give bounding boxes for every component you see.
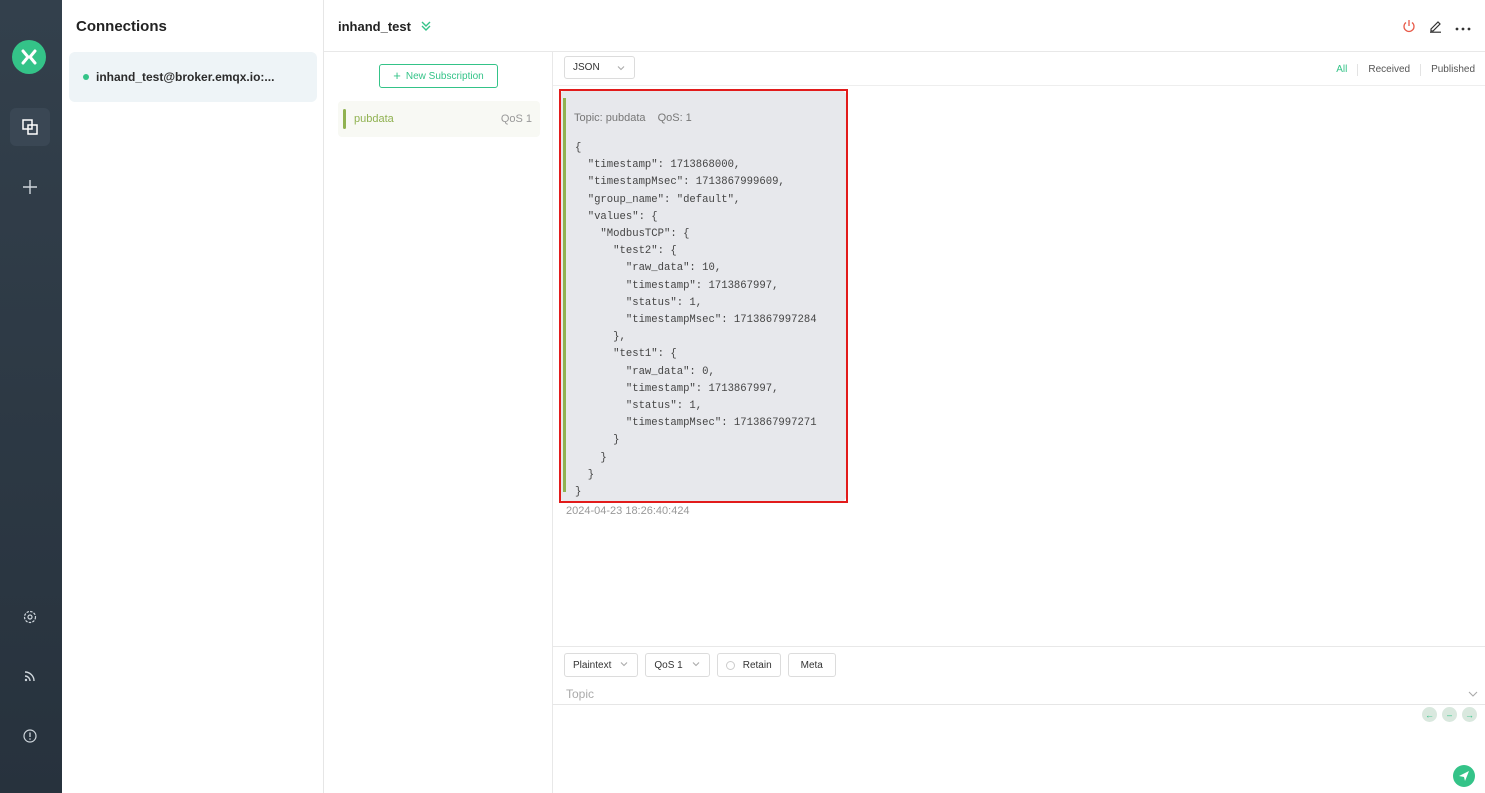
- chevron-down-icon: [616, 63, 626, 76]
- more-icon[interactable]: [1455, 19, 1471, 37]
- disconnect-icon[interactable]: [1402, 19, 1416, 38]
- topic-input[interactable]: [566, 684, 1476, 704]
- edit-icon[interactable]: [1428, 18, 1443, 38]
- subscriptions-panel: + New Subscription pubdata QoS 1: [324, 52, 553, 793]
- connections-title: Connections: [76, 18, 167, 35]
- connections-icon[interactable]: [10, 108, 50, 146]
- retain-label: Retain: [742, 659, 772, 671]
- meta-label: Meta: [800, 659, 823, 671]
- mqttx-app: Connections inhand_test@broker.emqx.io:.…: [0, 0, 1485, 793]
- retain-radio-icon: [725, 660, 735, 670]
- filter-tab-received[interactable]: Received: [1357, 64, 1420, 76]
- settings-icon[interactable]: [10, 598, 50, 636]
- new-subscription-label: New Subscription: [405, 70, 484, 82]
- meta-button[interactable]: Meta: [787, 653, 836, 677]
- subscription-qos: QoS 1: [500, 113, 532, 125]
- chevron-down-icon[interactable]: [1467, 687, 1479, 705]
- chevron-down-icon: [691, 659, 701, 672]
- message-filter-tabs: All Received Published: [1326, 64, 1485, 76]
- connection-header: inhand_test: [324, 0, 1485, 52]
- connection-title: inhand_test: [338, 19, 411, 34]
- send-button[interactable]: [1453, 765, 1475, 787]
- publish-qos-value: QoS 1: [654, 659, 683, 671]
- highlight-box: [559, 89, 848, 503]
- history-reset-icon[interactable]: –: [1442, 707, 1457, 722]
- publish-panel: Plaintext QoS 1 Retain Meta ← – →: [553, 646, 1485, 793]
- chevron-double-down-icon[interactable]: [420, 19, 432, 37]
- chevron-down-icon: [619, 659, 629, 672]
- feed-icon[interactable]: [10, 657, 50, 695]
- message-timestamp: 2024-04-23 18:26:40:424: [566, 505, 690, 517]
- connections-panel: Connections inhand_test@broker.emqx.io:.…: [62, 0, 324, 793]
- logo-icon: [12, 40, 46, 74]
- add-icon[interactable]: [10, 168, 50, 206]
- payload-format-select[interactable]: JSON: [564, 56, 635, 79]
- subscription-topic: pubdata: [354, 113, 394, 125]
- divider: [553, 704, 1485, 705]
- messages-toolbar: JSON All Received Published: [553, 52, 1485, 86]
- subscription-item[interactable]: pubdata QoS 1: [338, 101, 540, 137]
- about-icon[interactable]: [10, 717, 50, 755]
- publish-qos-select[interactable]: QoS 1: [645, 653, 710, 677]
- new-subscription-button[interactable]: + New Subscription: [379, 64, 498, 88]
- connection-item[interactable]: inhand_test@broker.emqx.io:...: [69, 52, 317, 102]
- history-back-icon[interactable]: ←: [1422, 707, 1437, 722]
- filter-tab-all[interactable]: All: [1326, 64, 1357, 76]
- retain-toggle[interactable]: Retain: [716, 653, 781, 677]
- payload-format-value: JSON: [573, 62, 600, 73]
- publish-format-value: Plaintext: [573, 659, 612, 671]
- connection-name: inhand_test@broker.emqx.io:...: [96, 70, 275, 84]
- filter-tab-published[interactable]: Published: [1420, 64, 1485, 76]
- subscription-color-bar: [343, 109, 346, 129]
- left-rail: [0, 0, 62, 793]
- plus-icon: +: [393, 68, 401, 83]
- status-dot: [83, 74, 89, 80]
- history-forward-icon[interactable]: →: [1462, 707, 1477, 722]
- send-icon: [1459, 771, 1469, 781]
- messages-list: Topic: pubdata QoS: 1 { "timestamp": 1713…: [553, 86, 1485, 646]
- publish-format-select[interactable]: Plaintext: [564, 653, 639, 677]
